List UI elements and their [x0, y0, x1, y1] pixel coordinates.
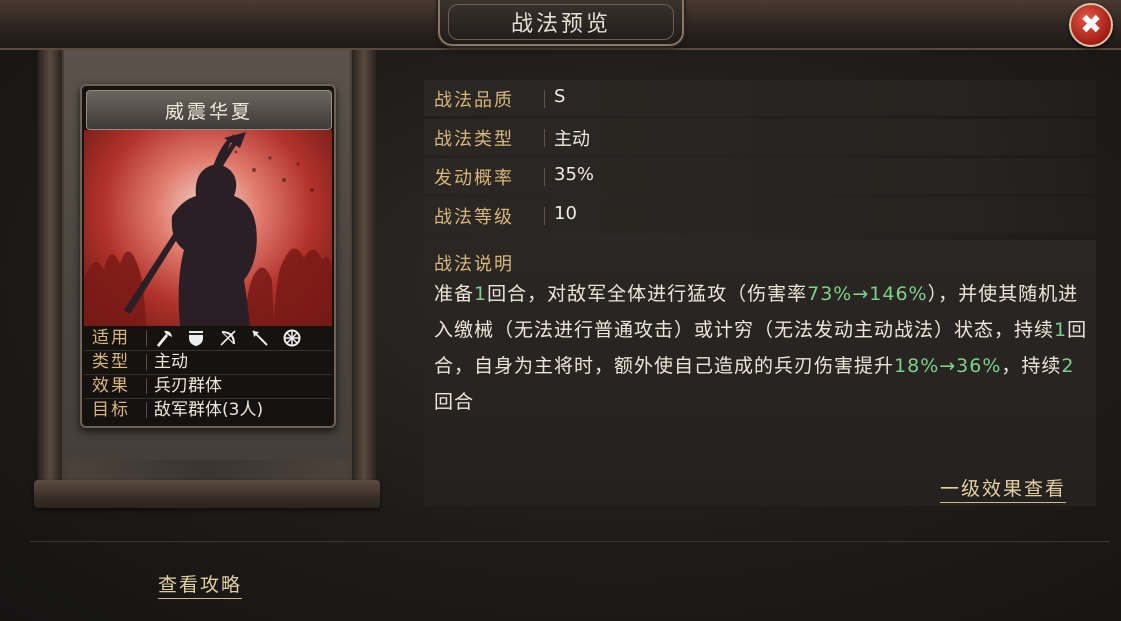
row-separator — [146, 354, 147, 370]
skill-description-panel: 战法说明 准备1回合，对敌军全体进行猛攻（伤害率73%→146%），并使其随机进… — [424, 240, 1096, 506]
bottom-divider — [30, 541, 1110, 542]
close-button[interactable]: ✖ — [1069, 3, 1113, 47]
row-separator — [544, 168, 545, 186]
close-icon: ✖ — [1080, 10, 1102, 40]
shield-icon — [186, 329, 206, 347]
page-title: 战法预览 — [448, 4, 674, 40]
spear-icon — [250, 329, 270, 347]
description-text: 准备1回合，对敌军全体进行猛攻（伤害率73%→146%），并使其随机进入缴械（无… — [434, 276, 1094, 420]
scroll-rod-left — [38, 50, 62, 480]
stat-value: 10 — [554, 203, 577, 224]
stat-row-level: 战法等级 10 — [424, 197, 1096, 233]
description-title: 战法说明 — [434, 254, 514, 275]
axe-icon — [154, 329, 174, 347]
card-row-value: 兵刃群体 — [154, 376, 222, 396]
view-guide-link[interactable]: 查看攻略 — [158, 570, 243, 599]
scroll-bottom-rod — [34, 480, 380, 508]
card-row-type: 类型 主动 — [84, 350, 332, 375]
stat-value: 35% — [554, 164, 595, 185]
stat-value: 主动 — [554, 129, 590, 150]
desc-highlight: 73%→146% — [807, 283, 928, 305]
desc-seg: 回合 — [434, 391, 475, 413]
skill-card: 威震华夏 适用 类型 主动 效果 兵刃群体 目标 敌军群体(3人) — [80, 84, 336, 428]
stat-label: 战法品质 — [434, 90, 514, 111]
card-row-value: 主动 — [154, 352, 188, 372]
title-plate: 战法预览 — [438, 0, 684, 46]
row-separator — [146, 378, 147, 394]
card-row-suitable: 适用 — [84, 326, 332, 351]
stat-label: 战法类型 — [434, 129, 514, 150]
stat-value: S — [554, 86, 566, 107]
desc-seg: 准备 — [434, 283, 475, 305]
desc-highlight: 2 — [1061, 355, 1075, 377]
desc-seg: 回合，对敌军全体进行猛攻（伤害率 — [487, 283, 808, 305]
skill-illustration — [84, 130, 332, 326]
card-row-label: 目标 — [92, 400, 130, 420]
troop-type-icons — [154, 329, 302, 347]
row-separator — [146, 402, 147, 418]
card-row-value: 敌军群体(3人) — [154, 400, 264, 420]
desc-highlight: 1 — [1054, 319, 1068, 341]
stat-row-type: 战法类型 主动 — [424, 119, 1096, 155]
wheel-icon — [282, 329, 302, 347]
card-row-label: 效果 — [92, 376, 130, 396]
skill-name: 威震华夏 — [86, 90, 332, 130]
skill-card-info: 适用 类型 主动 效果 兵刃群体 目标 敌军群体(3人) — [84, 326, 332, 424]
warrior-silhouette-image — [84, 132, 332, 326]
row-separator — [544, 129, 545, 147]
row-separator — [544, 207, 545, 225]
stat-label: 发动概率 — [434, 168, 514, 189]
card-row-label: 类型 — [92, 352, 130, 372]
bow-icon — [218, 329, 238, 347]
row-separator — [146, 330, 147, 346]
stat-row-quality: 战法品质 S — [424, 80, 1096, 116]
level-effect-link[interactable]: 一级效果查看 — [940, 474, 1067, 503]
desc-seg: ，持续 — [1001, 355, 1062, 377]
row-separator — [544, 90, 545, 108]
card-row-label: 适用 — [92, 328, 130, 348]
card-row-target: 目标 敌军群体(3人) — [84, 398, 332, 422]
scroll-rod-right — [352, 50, 376, 480]
card-row-effect: 效果 兵刃群体 — [84, 374, 332, 399]
desc-highlight: 18%→36% — [894, 355, 1002, 377]
desc-highlight: 1 — [474, 283, 488, 305]
stat-label: 战法等级 — [434, 207, 514, 228]
stat-row-probability: 发动概率 35% — [424, 158, 1096, 194]
